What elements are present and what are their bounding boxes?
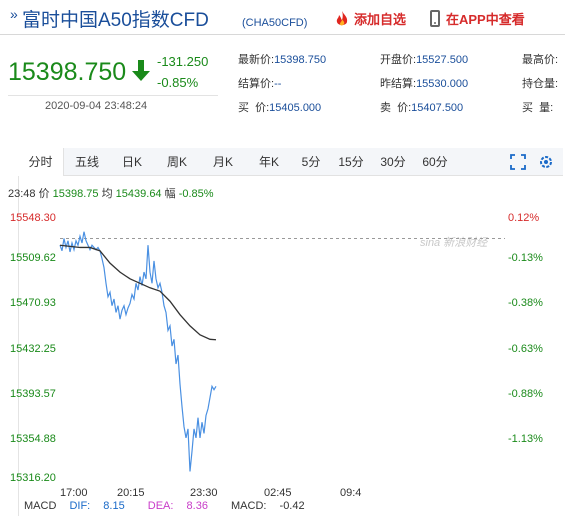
- macd-label: MACD:: [231, 500, 267, 512]
- macd-dif-value: 8.15: [103, 500, 125, 512]
- macd-value: -0.42: [279, 500, 305, 512]
- average-line: [59, 244, 217, 341]
- macd-dea-value: 8.36: [186, 500, 208, 512]
- macd-dea-label: DEA:: [147, 500, 174, 512]
- watermark: sina 新浪财经: [420, 236, 488, 249]
- macd-dif-label: DIF:: [69, 500, 91, 512]
- price-line: [59, 231, 217, 472]
- macd-title: MACD: [24, 500, 57, 512]
- intraday-chart: sina 新浪财经: [59, 231, 505, 472]
- macd-bar: MACD DIF: 8.15 DEA: 8.36 MACD: -0.42: [24, 500, 325, 512]
